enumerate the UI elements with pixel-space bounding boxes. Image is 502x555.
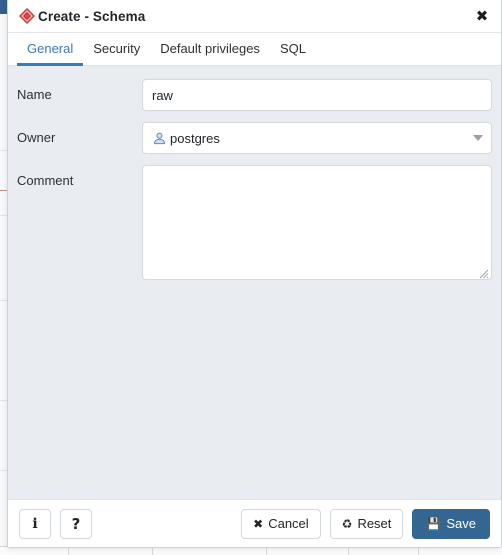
- help-button[interactable]: ?: [60, 509, 92, 539]
- schema-diamond-icon: [18, 7, 36, 25]
- save-button[interactable]: 💾 Save: [412, 509, 490, 539]
- tab-sql[interactable]: SQL: [270, 33, 316, 66]
- save-disk-icon: 💾: [426, 518, 441, 530]
- dialog-title: Create - Schema: [38, 9, 145, 24]
- tab-security[interactable]: Security: [83, 33, 150, 66]
- comment-textarea[interactable]: [142, 165, 492, 280]
- owner-value: postgres: [170, 131, 467, 146]
- field-row-name: Name: [17, 79, 492, 111]
- field-row-comment: Comment: [17, 165, 492, 280]
- dialog-tabbar: General Security Default privileges SQL: [8, 33, 501, 66]
- owner-label: Owner: [17, 122, 142, 145]
- comment-label: Comment: [17, 165, 142, 188]
- reset-button-label: Reset: [357, 516, 391, 531]
- dialog-footer: i ? ✖ Cancel ♻ Reset 💾 Save: [8, 499, 501, 547]
- close-icon[interactable]: ✖: [472, 6, 492, 26]
- chevron-down-icon: [473, 135, 483, 141]
- close-x-icon: ✖: [253, 518, 263, 530]
- save-button-label: Save: [446, 516, 476, 531]
- cancel-button-label: Cancel: [268, 516, 308, 531]
- field-row-owner: Owner postgres: [17, 122, 492, 154]
- cancel-button[interactable]: ✖ Cancel: [241, 509, 321, 539]
- dialog-body: Name Owner postgres: [8, 66, 501, 499]
- reset-button[interactable]: ♻ Reset: [330, 509, 404, 539]
- tab-default-privileges[interactable]: Default privileges: [150, 33, 270, 66]
- create-schema-dialog: Create - Schema ✖ General Security Defau…: [7, 0, 502, 548]
- user-icon: [152, 131, 167, 146]
- info-button[interactable]: i: [19, 509, 51, 539]
- owner-select[interactable]: postgres: [142, 122, 492, 154]
- dialog-titlebar: Create - Schema ✖: [8, 0, 501, 33]
- tab-general[interactable]: General: [17, 33, 83, 66]
- recycle-icon: ♻: [342, 518, 353, 530]
- name-label: Name: [17, 79, 142, 102]
- name-input[interactable]: [142, 79, 492, 111]
